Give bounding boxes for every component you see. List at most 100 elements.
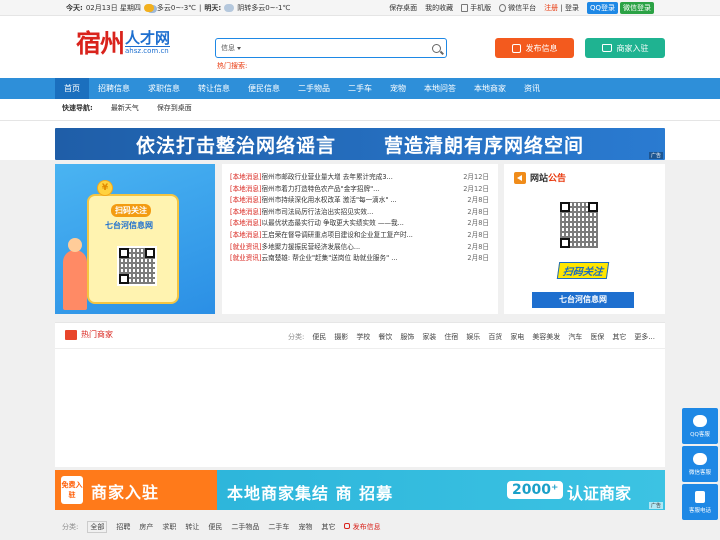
banner-join-text: 商家入驻 xyxy=(91,483,160,502)
filter-item[interactable]: 其它 xyxy=(321,522,335,532)
wechat-login-button[interactable]: 微信登录 xyxy=(620,1,654,14)
edit-icon xyxy=(511,43,521,53)
nav-home[interactable]: 首页 xyxy=(55,78,89,99)
news-item[interactable]: [本地消息] 王启荣在督导调研重点项目建设和企业复工复产时... 2月8日 xyxy=(230,230,490,242)
search-input[interactable] xyxy=(245,44,432,52)
phone-service-button[interactable]: 客服电话 xyxy=(682,484,718,520)
notice-qr-code xyxy=(558,200,600,250)
filter-item[interactable]: 转让 xyxy=(185,522,199,532)
caret-down-icon xyxy=(237,46,241,50)
merchant-category[interactable]: 摄影 xyxy=(334,332,348,342)
nav-transfer[interactable]: 转让信息 xyxy=(189,78,239,99)
partly-cloudy-icon xyxy=(143,3,154,12)
today-weather: 多云0~-3℃ xyxy=(156,3,197,12)
today-date: 02月13日 星期四 xyxy=(85,3,141,12)
qq-icon xyxy=(693,414,707,427)
news-item[interactable]: [本地消息] 宿州市邮政行业营业量大增 去年累计完成3... 2月12日 xyxy=(230,172,490,184)
notice-header[interactable]: 网站 公告 xyxy=(514,171,566,184)
merchant-category[interactable]: 医保 xyxy=(590,332,604,342)
promo-site-name: 七台河信息网 xyxy=(105,221,153,230)
nav-qa[interactable]: 本地问答 xyxy=(415,78,465,99)
login-link[interactable]: 登录 xyxy=(565,4,579,12)
filter-all[interactable]: 全部 xyxy=(87,521,108,533)
nav-jobs[interactable]: 招聘信息 xyxy=(89,78,139,99)
merchant-category[interactable]: 汽车 xyxy=(568,332,582,342)
merchant-category[interactable]: 家装 xyxy=(422,332,436,342)
shop-icon xyxy=(601,44,612,52)
banner-count: 2000⁺ xyxy=(507,481,564,499)
merchant-category[interactable]: 学校 xyxy=(356,332,370,342)
merchant-category[interactable]: 住宿 xyxy=(444,332,458,342)
ad-tag: 广告 xyxy=(648,502,663,509)
nav-second-hand[interactable]: 二手物品 xyxy=(289,78,339,99)
ad-tag: 广告 xyxy=(648,152,663,159)
merchant-category[interactable]: 便民 xyxy=(312,332,326,342)
tomorrow-label: 明天: xyxy=(204,3,222,12)
site-logo[interactable]: 宿州 人才网 ahsz.com.cn xyxy=(76,30,171,58)
search-icon[interactable] xyxy=(432,43,441,53)
search-box: 信息 xyxy=(215,38,447,58)
merchant-ad-banner[interactable]: 免费入驻 商家入驻 本地商家集结 商 招募 2000⁺ 认证商家 广告 xyxy=(55,470,665,510)
nav-used-cars[interactable]: 二手车 xyxy=(339,78,381,99)
merchant-join-button[interactable]: 商家入驻 xyxy=(585,38,665,58)
promo-qr-panel[interactable]: ¥ 扫码关注 七台河信息网 xyxy=(55,164,215,314)
merchant-more-link[interactable]: 更多... xyxy=(634,332,655,342)
top-ad-banner[interactable]: 依法打击整治网络谣言 营造清朗有序网络空间 广告 xyxy=(55,128,665,160)
news-item[interactable]: [本地消息] 宿州市持续深化用水权改革 激活"每一滴水" ... 2月8日 xyxy=(230,195,490,207)
news-item[interactable]: [本地消息] 宿州市着力打造特色农产品"金字招牌"... 2月12日 xyxy=(230,184,490,196)
quick-weather-link[interactable]: 最新天气 xyxy=(111,103,139,113)
merchant-category[interactable]: 服饰 xyxy=(400,332,414,342)
nav-pets[interactable]: 宠物 xyxy=(381,78,415,99)
filter-item[interactable]: 招聘 xyxy=(116,522,130,532)
top-bar: 今天: 02月13日 星期四 多云0~-3℃ | 明天: 阴转多云0~-1℃ 保… xyxy=(0,0,720,16)
notice-footer: 七台河信息网 xyxy=(532,292,634,308)
merchant-category[interactable]: 百货 xyxy=(488,332,502,342)
quick-save-link[interactable]: 保存到桌面 xyxy=(157,103,192,113)
nav-news[interactable]: 资讯 xyxy=(515,78,549,99)
favorites-link[interactable]: 我的收藏 xyxy=(425,3,453,13)
merchant-category[interactable]: 其它 xyxy=(612,332,626,342)
filter-item[interactable]: 二手车 xyxy=(268,522,289,532)
filter-item[interactable]: 二手物品 xyxy=(231,522,259,532)
news-list-panel: [本地消息] 宿州市邮政行业营业量大增 去年累计完成3... 2月12日 [本地消息… xyxy=(222,164,498,314)
news-item[interactable]: [就业资讯] 多地聚力援振民营经济发展信心... 2月8日 xyxy=(230,242,490,254)
nav-local-merchants[interactable]: 本地商家 xyxy=(465,78,515,99)
merchant-category[interactable]: 餐饮 xyxy=(378,332,392,342)
hot-merchants-header: 热门商家 xyxy=(65,329,113,340)
promo-scan-label: 扫码关注 xyxy=(111,204,151,217)
filter-item[interactable]: 便民 xyxy=(208,522,222,532)
news-item[interactable]: [本地消息] 以最优状态最实行动 争取更大实绩实效 ——我... 2月8日 xyxy=(230,218,490,230)
weather-bar: 今天: 02月13日 星期四 多云0~-3℃ | 明天: 阴转多云0~-1℃ xyxy=(66,3,291,12)
banner-mid-text: 本地商家集结 商 招募 xyxy=(227,484,394,503)
hot-merchants-section: 热门商家 分类: 便民 摄影 学校 餐饮 服饰 家装 住宿 娱乐 百货 家电 美… xyxy=(55,322,665,467)
nav-convenience[interactable]: 便民信息 xyxy=(239,78,289,99)
bottom-post-link[interactable]: 发布信息 xyxy=(344,522,381,532)
mobile-link[interactable]: 手机版 xyxy=(461,3,491,13)
top-links: 保存桌面 我的收藏 手机版 微信平台 注册 | 登录 QQ登录 微信登录 xyxy=(389,1,654,14)
filter-item[interactable]: 求职 xyxy=(162,522,176,532)
phone-icon xyxy=(461,3,469,12)
quick-nav: 快速导航: 最新天气 保存到桌面 xyxy=(62,103,192,113)
news-item[interactable]: [本地消息] 宿州市司法局厉行法治出实招见实效... 2月8日 xyxy=(230,207,490,219)
listing-category-filter: 分类: 全部 招聘 房产 求职 转让 便民 二手物品 二手车 宠物 其它 发布信… xyxy=(62,521,381,533)
hot-search-label: 热门搜索: xyxy=(217,62,248,70)
register-link[interactable]: 注册 xyxy=(544,4,558,12)
wechat-platform-link[interactable]: 微信平台 xyxy=(499,3,536,13)
qq-service-button[interactable]: QQ客服 xyxy=(682,408,718,444)
merchant-category-filter: 分类: 便民 摄影 学校 餐饮 服饰 家装 住宿 娱乐 百货 家电 美容美发 汽… xyxy=(287,332,655,342)
merchant-category[interactable]: 家电 xyxy=(510,332,524,342)
today-label: 今天: xyxy=(66,3,83,12)
qq-login-button[interactable]: QQ登录 xyxy=(586,1,618,14)
wechat-service-button[interactable]: 微信客服 xyxy=(682,446,718,482)
search-category-select[interactable]: 信息 xyxy=(221,43,241,53)
merchant-category[interactable]: 美容美发 xyxy=(532,332,560,342)
filter-item[interactable]: 房产 xyxy=(139,522,153,532)
filter-item[interactable]: 宠物 xyxy=(298,522,312,532)
post-info-button[interactable]: 发布信息 xyxy=(495,38,574,58)
merchant-category[interactable]: 娱乐 xyxy=(466,332,480,342)
notice-slogan: 扫码关注 xyxy=(534,262,632,292)
qr-code xyxy=(117,246,157,286)
news-item[interactable]: [就业资讯] 云南楚雄: 帮企业"赶集"送岗位 助就业服务" ... 2月8日 xyxy=(230,253,490,265)
save-desktop-link[interactable]: 保存桌面 xyxy=(389,3,417,13)
nav-job-seeking[interactable]: 求职信息 xyxy=(139,78,189,99)
